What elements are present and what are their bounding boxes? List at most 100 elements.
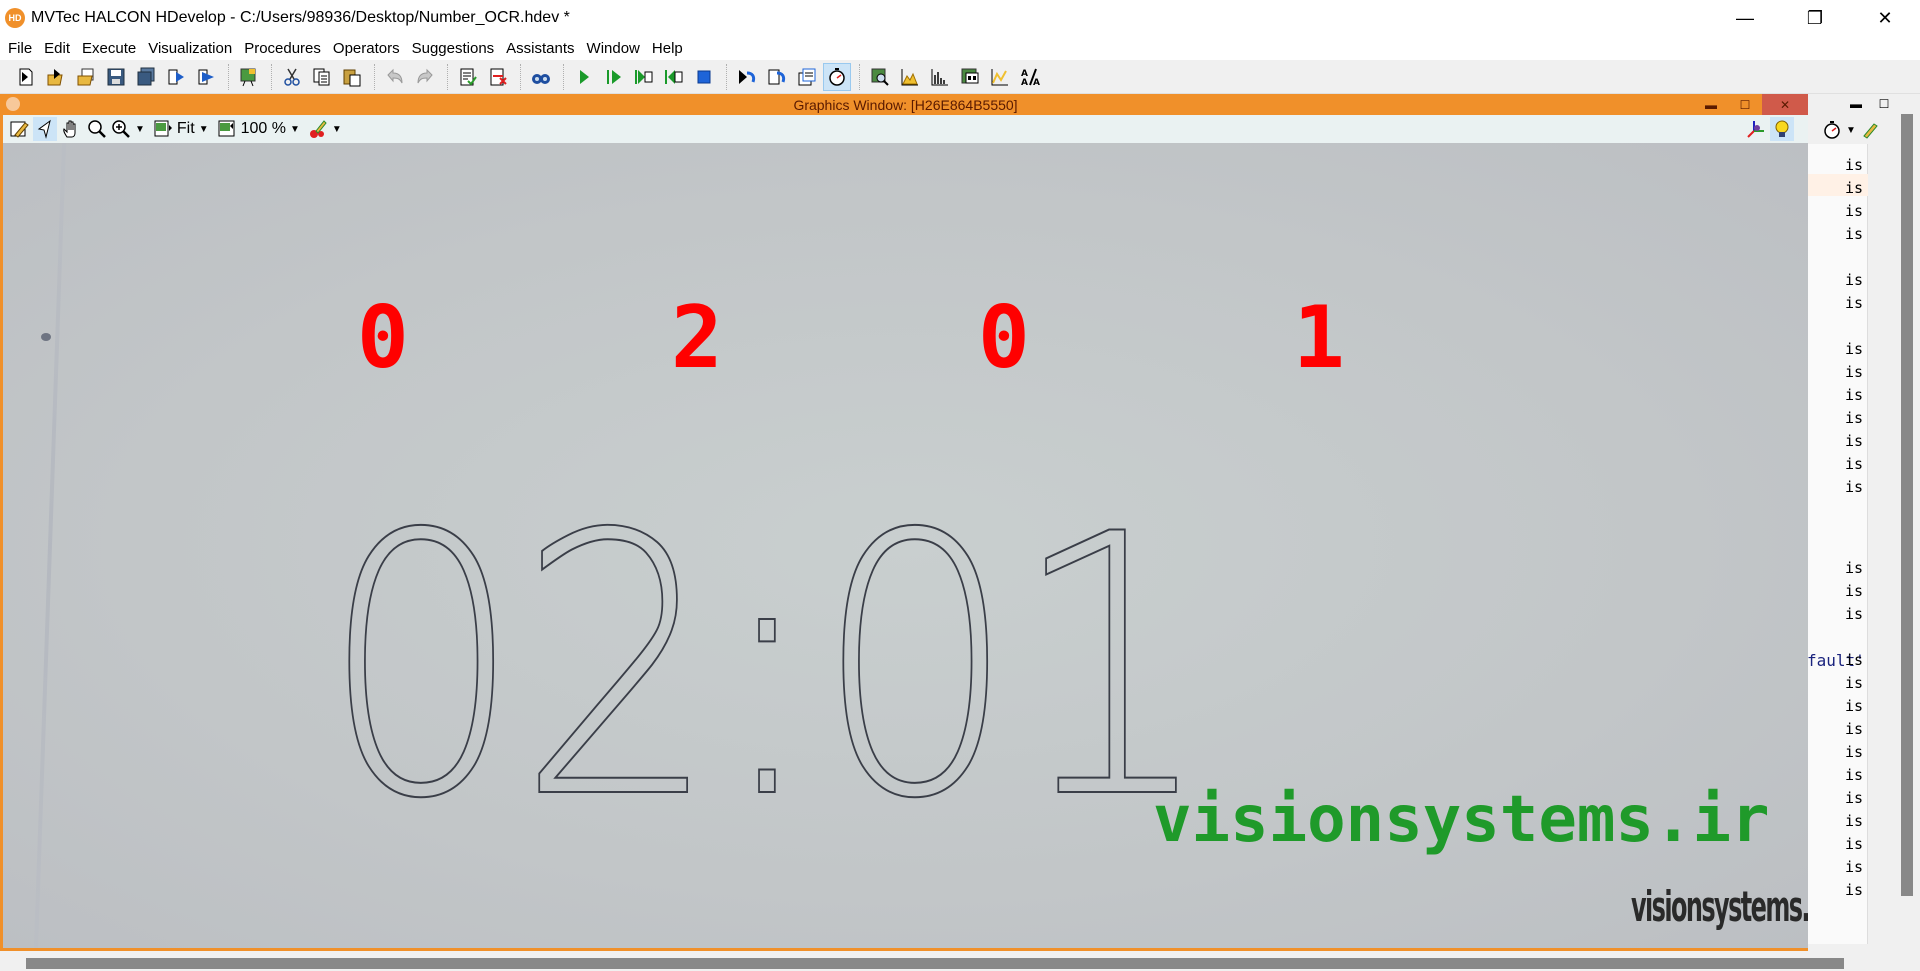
code-editor[interactable]: is is is is is is is is is is is is is i… — [1807, 144, 1868, 944]
step-over-button[interactable] — [600, 63, 628, 91]
histogram-icon — [901, 68, 918, 85]
find-button[interactable] — [527, 63, 555, 91]
fit-dropdown[interactable]: Fit ▼ — [153, 117, 215, 141]
code-line: is — [1844, 179, 1863, 197]
code-line: is — [1844, 271, 1863, 289]
lightbulb-icon — [1775, 120, 1789, 137]
menu-visualization[interactable]: Visualization — [142, 40, 238, 57]
axes-3d-icon — [1747, 121, 1764, 138]
open-example-icon — [77, 68, 94, 85]
watermark-text: visionsystems.ir — [1153, 783, 1770, 857]
open-program-button[interactable] — [42, 63, 70, 91]
reset-procedure-button[interactable] — [763, 63, 791, 91]
ocr-result-digit: 2 — [671, 288, 723, 388]
restore-button[interactable]: ❐ — [1780, 0, 1850, 36]
step-back-button[interactable] — [660, 63, 688, 91]
chevron-down-icon[interactable]: ▼ — [332, 124, 342, 135]
chevron-down-icon[interactable]: ▼ — [199, 124, 209, 135]
graphics-window-titlebar[interactable]: Graphics Window: [H26E864B5550] ▬ ☐ ✕ — [3, 94, 1808, 115]
magnify-tool-button[interactable] — [85, 117, 109, 141]
3d-plot-button[interactable] — [1744, 117, 1768, 141]
activate-button[interactable] — [454, 63, 482, 91]
fit-window-icon — [154, 120, 172, 137]
profiler-icon[interactable] — [1822, 120, 1842, 140]
clear-button[interactable] — [793, 63, 821, 91]
stop-button[interactable] — [690, 63, 718, 91]
stop-icon — [697, 70, 711, 83]
chevron-down-icon[interactable]: ▼ — [1846, 125, 1856, 136]
code-line: is — [1844, 340, 1863, 358]
run-button[interactable] — [570, 63, 598, 91]
svg-text:A: A — [1033, 78, 1040, 87]
paste-button[interactable] — [338, 63, 366, 91]
inspect-button[interactable] — [866, 63, 894, 91]
tips-button[interactable] — [1770, 117, 1794, 141]
cut-icon — [284, 68, 300, 86]
code-line: is — [1844, 835, 1863, 853]
menu-suggestions[interactable]: Suggestions — [406, 40, 501, 57]
zoom-in-icon — [112, 120, 130, 138]
redo-icon — [417, 68, 433, 83]
edit-icon[interactable] — [1860, 120, 1880, 140]
menu-file[interactable]: File — [2, 40, 38, 57]
menu-procedures[interactable]: Procedures — [238, 40, 327, 57]
horizontal-scrollbar[interactable] — [26, 958, 1844, 969]
graphics-window-close-button[interactable]: ✕ — [1762, 94, 1808, 115]
pointer-tool-button[interactable] — [33, 117, 57, 141]
image-acquisition-button[interactable] — [235, 63, 263, 91]
chevron-down-icon[interactable]: ▼ — [290, 124, 300, 135]
zoom-tool-button[interactable]: ▼ — [111, 117, 151, 141]
code-line: is — [1844, 697, 1863, 715]
reset-program-button[interactable] — [733, 63, 761, 91]
inspect-icon — [871, 68, 889, 86]
chevron-down-icon[interactable]: ▼ — [135, 124, 145, 135]
menu-execute[interactable]: Execute — [76, 40, 142, 57]
region-features-button[interactable] — [956, 63, 984, 91]
magnifier-icon — [88, 120, 106, 138]
graphics-window-minimize-button[interactable]: ▬ — [1694, 94, 1728, 115]
region-features-icon — [961, 68, 979, 83]
redo-button[interactable] — [411, 63, 439, 91]
zoom-level-dropdown[interactable]: 100 % ▼ — [217, 117, 306, 141]
menu-operators[interactable]: Operators — [327, 40, 406, 57]
deactivate-button[interactable] — [484, 63, 512, 91]
export-button[interactable] — [162, 63, 190, 91]
close-button[interactable]: ✕ — [1850, 0, 1920, 36]
feature-histogram-button[interactable] — [986, 63, 1014, 91]
line-profile-button[interactable] — [926, 63, 954, 91]
histogram-button[interactable] — [896, 63, 924, 91]
window-title: MVTec HALCON HDevelop - C:/Users/98936/D… — [31, 9, 570, 26]
vertical-scrollbar[interactable] — [1901, 114, 1913, 896]
find-icon — [532, 73, 550, 84]
step-back-icon — [665, 69, 683, 84]
copy-button[interactable] — [308, 63, 336, 91]
step-forward-button[interactable] — [630, 63, 658, 91]
clear-icon — [798, 68, 816, 85]
graphics-window-maximize-button[interactable]: ☐ — [1728, 94, 1762, 115]
image-blemish — [41, 333, 51, 341]
export-library-button[interactable] — [192, 63, 220, 91]
save-button[interactable] — [102, 63, 130, 91]
minimize-button[interactable]: — — [1710, 0, 1780, 36]
graphics-window-toolbar: ▼ Fit ▼ 100 % ▼ ▼ — [3, 115, 1808, 143]
edit-visualization-button[interactable] — [7, 117, 31, 141]
menu-assistants[interactable]: Assistants — [500, 40, 580, 57]
image-canvas[interactable]: 0 2 0 1 02:01 visionsystems.ir visionsys… — [3, 143, 1808, 948]
program-window-maximize-button[interactable]: ☐ — [1870, 97, 1898, 111]
menu-help[interactable]: Help — [646, 40, 689, 57]
menu-edit[interactable]: Edit — [38, 40, 76, 57]
open-example-button[interactable] — [72, 63, 100, 91]
new-program-button[interactable] — [12, 63, 40, 91]
code-line: is — [1844, 812, 1863, 830]
menu-window[interactable]: Window — [581, 40, 646, 57]
pan-tool-button[interactable] — [59, 117, 83, 141]
save-all-button[interactable] — [132, 63, 160, 91]
program-window-minimize-button[interactable]: ▬ — [1842, 97, 1870, 111]
undo-button[interactable] — [381, 63, 409, 91]
color-settings-dropdown[interactable]: ▼ — [308, 117, 348, 141]
ocr-button[interactable]: AAA — [1016, 63, 1044, 91]
reset-procedure-icon — [768, 69, 786, 84]
cut-button[interactable] — [278, 63, 306, 91]
profiler-button[interactable] — [823, 62, 851, 91]
graphics-window: Graphics Window: [H26E864B5550] ▬ ☐ ✕ ▼ … — [0, 94, 1808, 951]
